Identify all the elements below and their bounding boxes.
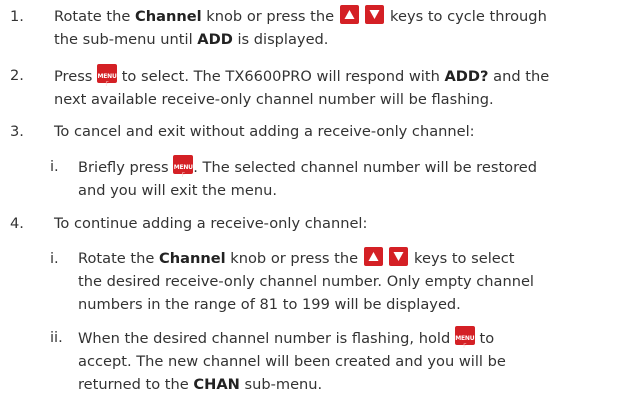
text-line: returned to the CHAN sub-menu. [78,376,323,393]
text-line: Rotate the Channel knob or press the key… [78,247,612,270]
step-number: 4. [10,215,24,232]
chan-term: CHAN [193,376,240,393]
down-arrow-key-icon [365,5,385,24]
step-number: 1. [10,8,24,25]
step-text: To cancel and exit without adding a rece… [54,123,475,140]
step-text: Rotate the Channel knob or press the key… [54,5,612,51]
substep-text: Briefly press MENU F. The selected channe… [78,155,612,202]
substep-text: When the desired channel number is flash… [78,326,612,396]
text-line: Rotate the Channel knob or press the key… [54,5,612,28]
text-line: next available receive-only channel numb… [54,91,494,108]
menu-key-icon: MENU F [173,155,194,179]
step-text: Press MENU F to select. The TX6600PRO wil… [54,64,612,111]
step-text: To continue adding a receive-only channe… [54,215,368,232]
substep-number: ii. [50,329,63,346]
substep-number: i. [50,250,59,267]
up-arrow-key-icon [363,247,383,266]
channel-term: Channel [159,250,226,267]
step-number: 3. [10,123,24,140]
add-term: ADD [197,31,233,48]
text-line: the sub-menu until ADD is displayed. [54,31,329,48]
substep-number: i. [50,158,59,175]
text-line: When the desired channel number is flash… [78,326,612,350]
add-prompt-term: ADD? [444,68,489,85]
up-arrow-key-icon [339,5,359,24]
down-arrow-key-icon [389,247,409,266]
text-line: Press MENU F to select. The TX6600PRO wil… [54,64,612,88]
step-number: 2. [10,67,24,84]
instruction-document: 1. Rotate the Channel knob or press the … [0,0,618,398]
text-line: Briefly press MENU F. The selected channe… [78,155,612,179]
menu-key-icon: MENU F [454,326,475,350]
substep-text: Rotate the Channel knob or press the key… [78,247,612,316]
menu-key-icon: MENU F [97,64,118,88]
channel-term: Channel [135,8,202,25]
